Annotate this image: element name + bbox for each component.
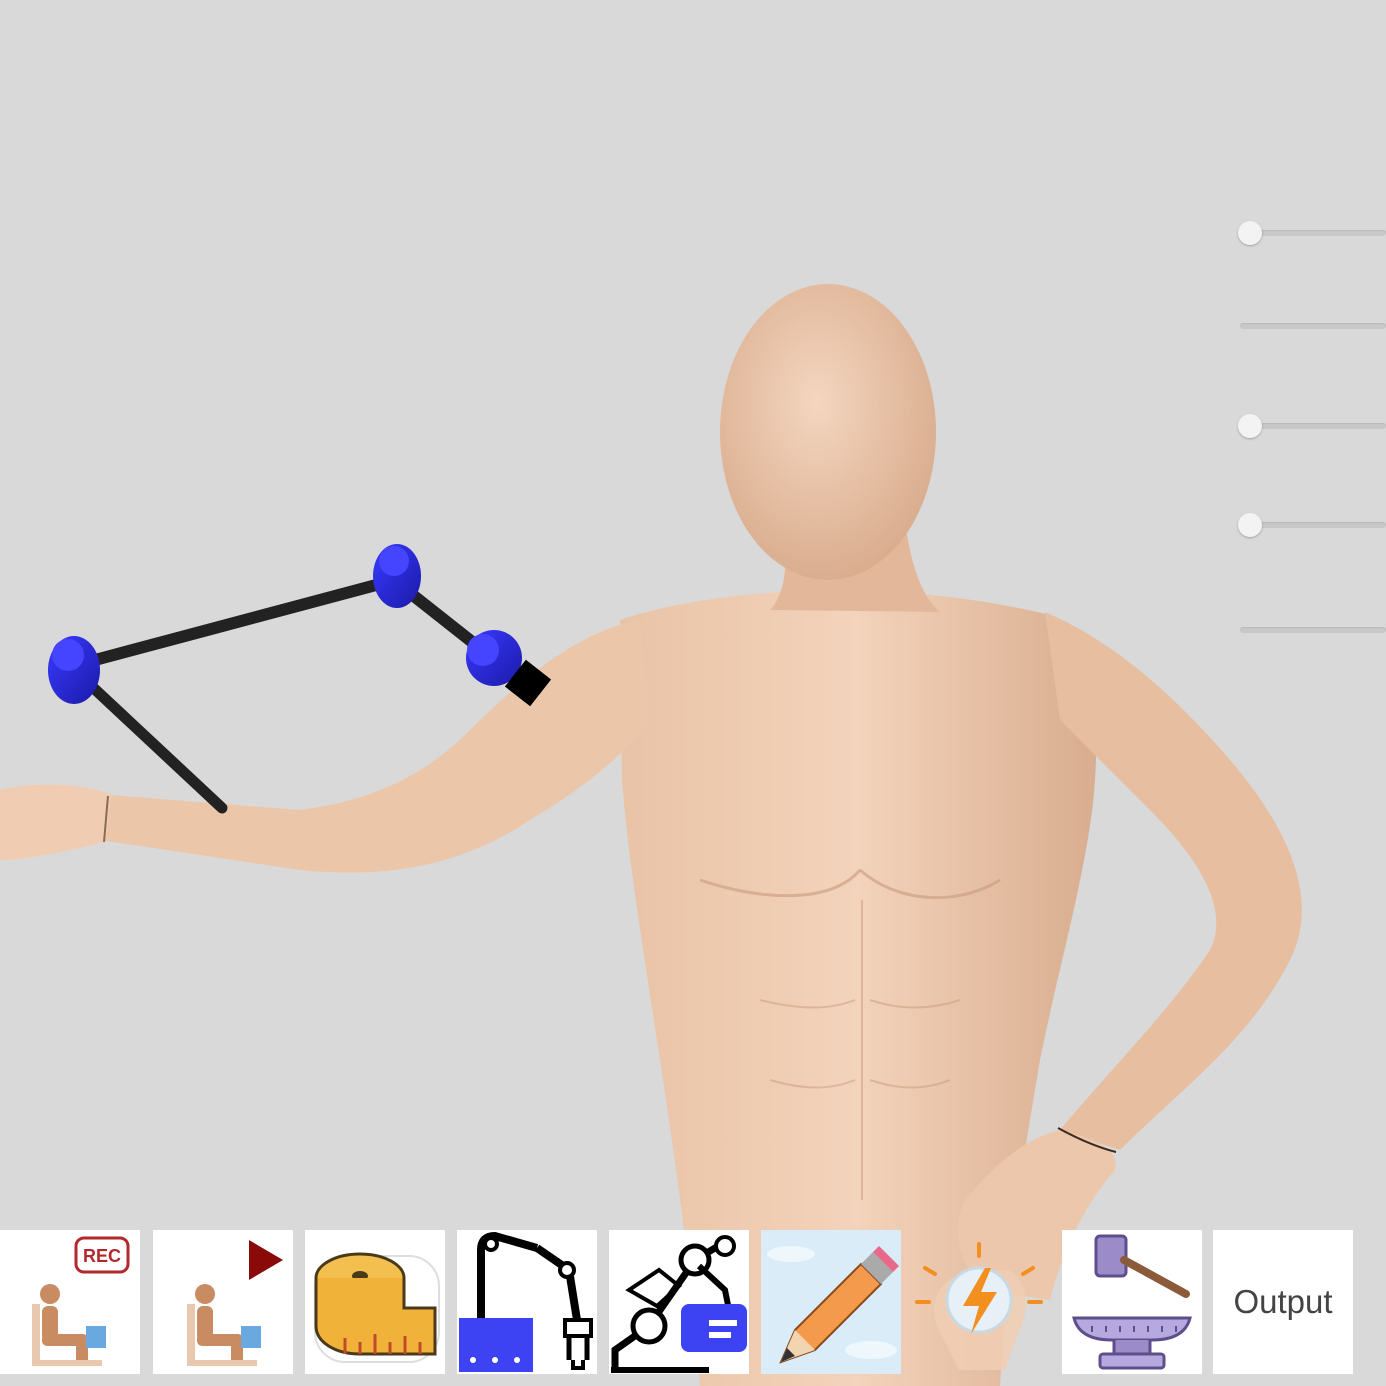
linkage-joint-top (373, 544, 421, 608)
linkage-bar-top (89, 574, 401, 666)
slider-thumb[interactable] (1238, 513, 1262, 537)
robot-arm-icon (459, 1231, 593, 1372)
output-button-label: Output (1233, 1283, 1333, 1320)
linkage-bar-lower (79, 674, 228, 814)
mannequin-raised-arm (100, 620, 650, 873)
slider-1[interactable] (1236, 221, 1386, 245)
slider-thumb[interactable] (1238, 221, 1262, 245)
sitting-figure-record-icon: REC (32, 1236, 130, 1366)
hand-lightning-icon (915, 1242, 1043, 1370)
3d-viewport[interactable] (0, 0, 1386, 1386)
slider-2[interactable] (1236, 314, 1386, 338)
robot-arm-button[interactable] (457, 1230, 597, 1374)
human-mannequin[interactable] (0, 284, 1302, 1386)
output-button[interactable]: Output (1213, 1230, 1353, 1374)
edit-button[interactable] (761, 1230, 901, 1374)
robot-arm-card-icon (611, 1235, 747, 1373)
scene-canvas[interactable] (0, 0, 1386, 1386)
mannequin-left-hand (0, 784, 112, 860)
pencil-icon (767, 1246, 899, 1364)
slider-3[interactable] (1236, 414, 1386, 438)
power-button[interactable] (909, 1230, 1049, 1374)
measuring-tape-icon (314, 1252, 440, 1363)
sitting-figure-play-icon (187, 1240, 283, 1366)
mannequin-hip-arm (1045, 612, 1302, 1150)
hammer-anvil-icon (1072, 1234, 1192, 1370)
linkage-joint-left (48, 636, 100, 704)
robot-card-button[interactable] (609, 1230, 749, 1374)
forge-button[interactable] (1062, 1230, 1202, 1374)
slider-4[interactable] (1236, 513, 1386, 537)
mannequin-head (720, 284, 936, 580)
play-button[interactable] (153, 1230, 293, 1374)
slider-5[interactable] (1236, 618, 1386, 642)
bottom-toolbar: REC Output (0, 1230, 1386, 1375)
record-button[interactable]: REC (0, 1230, 140, 1374)
rec-badge-text: REC (83, 1246, 121, 1266)
slider-thumb[interactable] (1238, 414, 1262, 438)
measure-button[interactable] (305, 1230, 445, 1374)
